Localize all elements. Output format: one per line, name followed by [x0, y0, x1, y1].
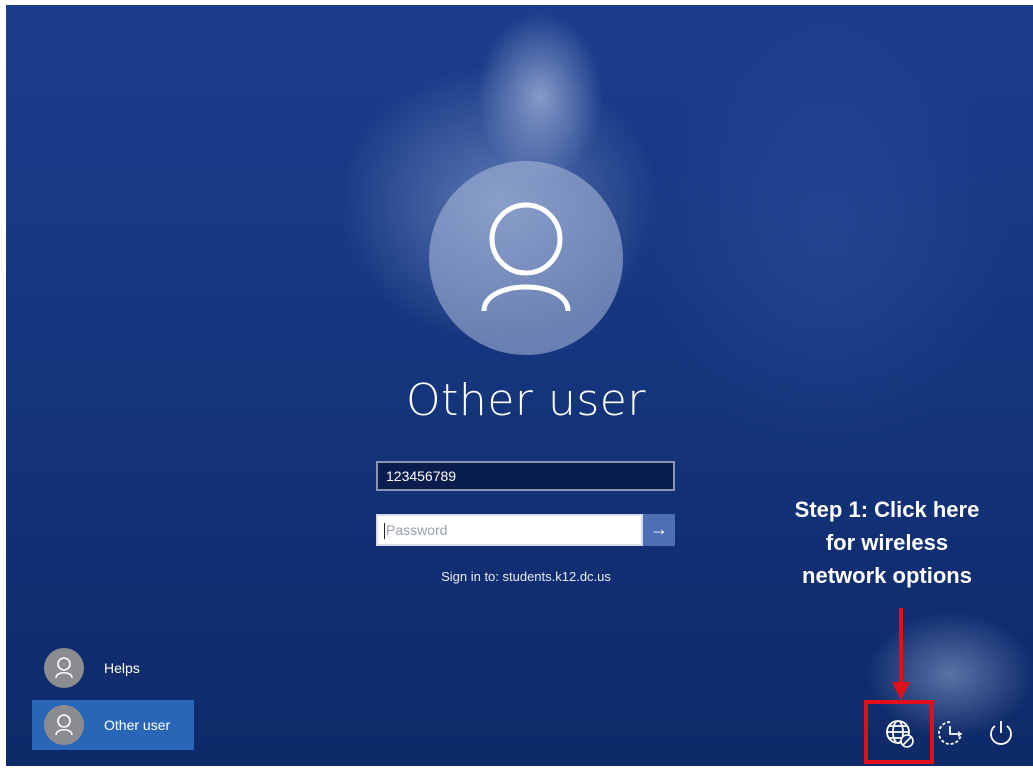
red-arrow-down-icon: [892, 608, 910, 700]
user-avatar-small: [44, 705, 84, 745]
person-icon: [55, 714, 73, 736]
arrow-right-icon: →: [650, 519, 668, 539]
lock-screen: Other user 123456789 Password → Sign in …: [6, 5, 1033, 766]
annotation-line: network options: [802, 563, 972, 588]
user-tile-label: Other user: [104, 717, 171, 733]
sign-in-domain-text: Sign in to: students.k12.dc.us: [441, 569, 611, 584]
annotation-line: for wireless: [825, 530, 949, 555]
user-tile-other-user[interactable]: Other user: [32, 700, 194, 750]
username-field[interactable]: 123456789: [376, 461, 675, 491]
user-name-title: Other user: [406, 375, 646, 426]
submit-arrow-button[interactable]: →: [643, 514, 675, 546]
network-icon[interactable]: [883, 717, 915, 749]
ease-of-access-icon[interactable]: [934, 717, 966, 749]
person-icon: [55, 657, 73, 679]
user-tile-label: Helps: [104, 660, 140, 676]
password-field[interactable]: Password: [376, 514, 643, 546]
user-avatar-large: [429, 161, 623, 355]
password-placeholder: Password: [386, 522, 448, 538]
user-avatar-small: [44, 648, 84, 688]
person-icon: [481, 202, 571, 312]
instruction-annotation: Step 1: Click here for wireless network …: [762, 493, 1012, 592]
user-tile-helps[interactable]: Helps: [32, 643, 194, 693]
text-caret: [384, 523, 385, 540]
power-icon[interactable]: [985, 717, 1017, 749]
annotation-line: Step 1: Click here: [794, 497, 980, 522]
